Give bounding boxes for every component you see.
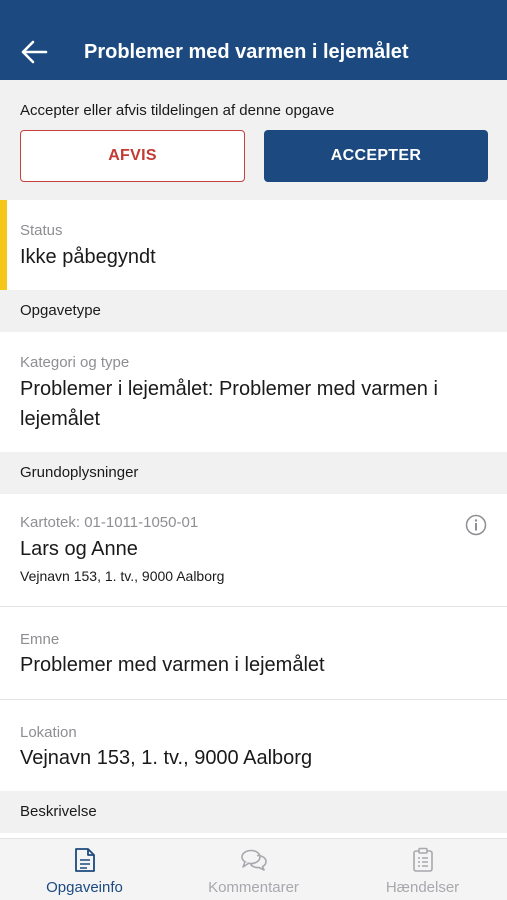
- section-header-opgavetype: Opgavetype: [0, 290, 507, 332]
- section-label: Grundoplysninger: [20, 464, 139, 481]
- category-block: Kategori og type Problemer i lejemålet: …: [0, 332, 507, 452]
- tab-label: Hændelser: [385, 879, 460, 896]
- tenant-address: Vejnavn 153, 1. tv., 9000 Aalborg: [20, 568, 225, 584]
- status-indicator: [0, 200, 7, 290]
- category-value-line2: lejemålet: [20, 408, 101, 430]
- section-header-grundoplysninger: Grundoplysninger: [0, 452, 507, 494]
- back-button[interactable]: [8, 24, 60, 80]
- page-title: Problemer med varmen i lejemålet: [84, 40, 409, 63]
- subject-block: Emne Problemer med varmen i lejemålet: [0, 607, 507, 699]
- tab-kommentarer[interactable]: Kommentarer: [169, 839, 338, 900]
- tab-label: Opgaveinfo: [46, 879, 123, 896]
- status-label: Status: [20, 222, 63, 239]
- tab-haendelser[interactable]: Hændelser: [338, 839, 507, 900]
- category-label: Kategori og type: [20, 354, 130, 371]
- reject-button[interactable]: AFVIS: [20, 130, 245, 182]
- app-header: Problemer med varmen i lejemålet: [0, 0, 507, 80]
- arrow-left-icon: [21, 40, 48, 64]
- clipboard-icon: [412, 847, 433, 872]
- status-block: Status Ikke påbegyndt: [0, 200, 507, 290]
- section-label: Beskrivelse: [20, 803, 97, 820]
- assignment-panel: Accepter eller afvis tildelingen af denn…: [0, 80, 507, 200]
- accept-button[interactable]: ACCEPTER: [264, 130, 488, 182]
- bottom-tab-bar: Opgaveinfo Kommentarer Hændelser: [0, 838, 507, 900]
- document-icon: [74, 848, 95, 872]
- chat-bubbles-icon: [240, 849, 267, 871]
- info-icon[interactable]: [465, 514, 487, 536]
- tab-label: Kommentarer: [208, 879, 299, 896]
- tenant-name: Lars og Anne: [20, 538, 138, 560]
- status-value: Ikke påbegyndt: [20, 246, 156, 268]
- tenant-file-label: Kartotek: 01-1011-1050-01: [20, 514, 199, 531]
- location-value: Vejnavn 153, 1. tv., 9000 Aalborg: [20, 747, 313, 769]
- section-label: Opgavetype: [20, 302, 101, 319]
- location-block: Lokation Vejnavn 153, 1. tv., 9000 Aalbo…: [0, 700, 507, 791]
- section-header-beskrivelse: Beskrivelse: [0, 791, 507, 833]
- location-label: Lokation: [20, 724, 77, 741]
- subject-value: Problemer med varmen i lejemålet: [20, 654, 325, 676]
- category-value-line1: Problemer i lejemålet: Problemer med var…: [20, 378, 438, 400]
- subject-label: Emne: [20, 631, 60, 648]
- tenant-block[interactable]: Kartotek: 01-1011-1050-01 Lars og Anne V…: [0, 494, 507, 606]
- assignment-prompt: Accepter eller afvis tildelingen af denn…: [20, 102, 335, 119]
- tab-opgaveinfo[interactable]: Opgaveinfo: [0, 839, 169, 900]
